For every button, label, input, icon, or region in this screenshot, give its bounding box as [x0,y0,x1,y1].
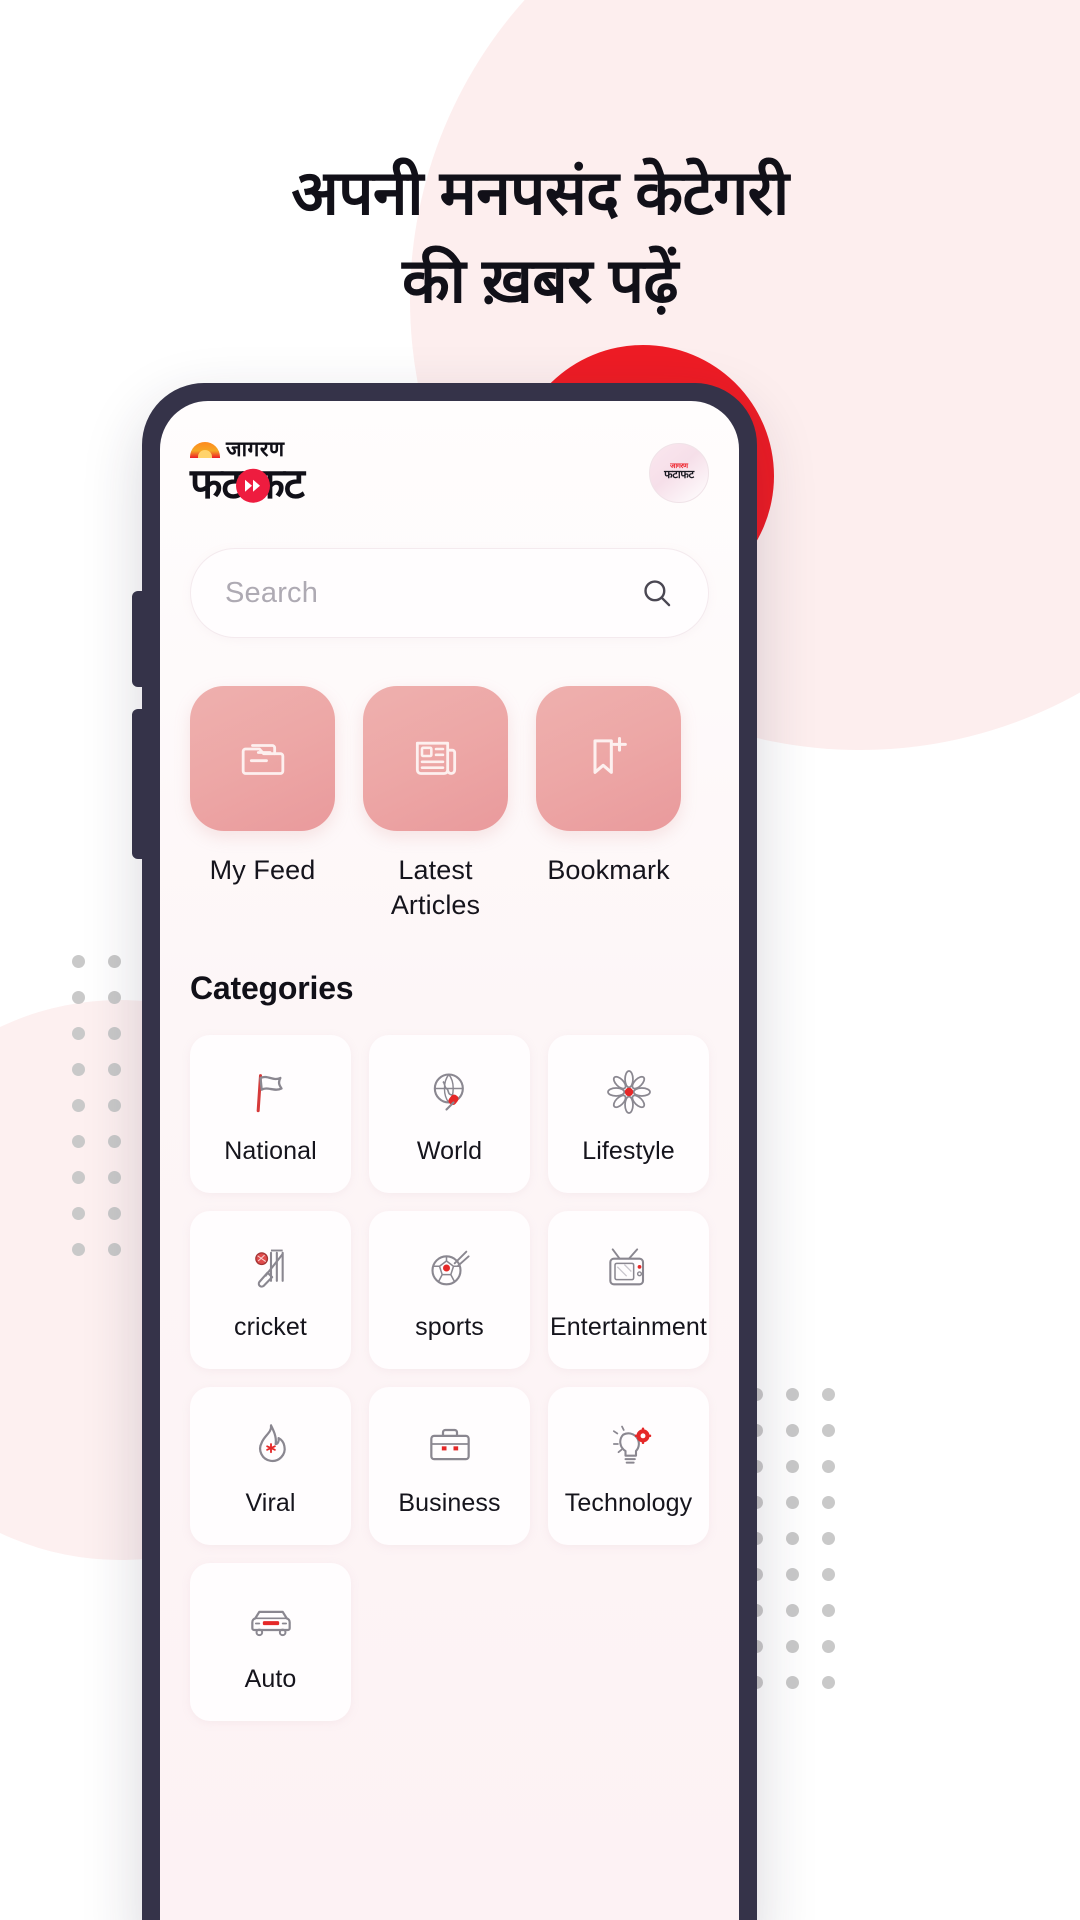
category-card-cricket[interactable]: cricket [190,1211,351,1370]
category-card-technology[interactable]: Technology [548,1387,709,1546]
car-icon [242,1591,300,1649]
phone-volume-button [132,591,146,687]
logo-brand-top: जागरण [226,438,285,461]
category-card-lifestyle[interactable]: Lifestyle [548,1035,709,1194]
phone-mockup: जागरण फटाफट जागरण [132,383,757,1920]
quick-action-my-feed[interactable]: My Feed [190,686,335,922]
category-label: Lifestyle [582,1136,675,1165]
category-label: World [416,1136,483,1165]
category-card-national[interactable]: National [190,1035,351,1194]
globe-mic-icon [421,1063,479,1121]
category-label: Entertainment [550,1312,707,1341]
fast-forward-icon [236,468,270,503]
categories-heading: Categories [190,970,354,1007]
flame-icon [242,1415,300,1473]
quick-action-bookmark[interactable]: Bookmark [536,686,681,922]
newspaper-icon [408,728,464,789]
quick-action-tile[interactable] [190,686,335,832]
search-input[interactable]: Search [190,548,709,639]
search-placeholder: Search [225,576,319,609]
briefcase-icon [421,1415,479,1473]
headline-line-1: अपनी मनपसंद केटेगरी [291,159,789,228]
gear-bulb-icon [600,1415,658,1473]
quick-action-tile[interactable] [363,686,508,832]
avatar-label: जागरण फटाफट [664,463,694,482]
logo-brand-main: फटाफट [190,461,305,506]
category-card-viral[interactable]: Viral [190,1387,351,1546]
category-label: Business [398,1488,501,1517]
search-icon[interactable] [640,576,674,610]
soccer-ball-icon [421,1239,479,1297]
category-label: National [224,1136,317,1165]
quick-action-label: My Feed [209,855,316,886]
app-screen: जागरण फटाफट जागरण [160,401,739,1920]
category-card-auto[interactable]: Auto [190,1563,351,1722]
categories-grid: National World Lifestyle cricket sports … [190,1035,709,1722]
bookmark-plus-icon [581,728,637,789]
television-icon [600,1239,658,1297]
quick-actions: My Feed Latest Articles Bookmark [190,686,709,922]
promo-stage: अपनी मनपसंद केटेगरी की ख़बर पढ़ें जागरण … [0,0,1080,1920]
quick-action-label: Latest Articles [390,855,481,920]
promo-headline: अपनी मनपसंद केटेगरी की ख़बर पढ़ें [0,150,1080,326]
category-card-sports[interactable]: sports [369,1211,530,1370]
sunrise-icon [190,441,220,458]
category-card-world[interactable]: World [369,1035,530,1194]
dot-grid-right [750,1388,835,1689]
category-label: Auto [244,1664,297,1693]
folder-feed-icon [235,728,291,789]
logo-top-row: जागरण [190,439,304,460]
category-label: Viral [245,1488,296,1517]
phone-power-button [132,709,146,859]
flag-icon [242,1063,300,1121]
category-label: sports [415,1312,484,1341]
app-header: जागरण फटाफट जागरण [184,401,715,506]
flower-icon [600,1063,658,1121]
avatar-label-main: फटाफट [664,469,694,482]
avatar[interactable]: जागरण फटाफट [649,442,709,503]
category-label: cricket [234,1312,307,1341]
app-logo[interactable]: जागरण फटाफट [190,439,305,506]
cricket-icon [242,1239,300,1297]
category-label: Technology [564,1488,693,1517]
category-card-entertainment[interactable]: Entertainment [548,1211,709,1370]
quick-action-tile[interactable] [536,686,681,832]
quick-action-label: Bookmark [547,855,670,886]
headline-line-2: की ख़बर पढ़ें [402,247,678,317]
quick-action-latest-articles[interactable]: Latest Articles [363,686,508,922]
category-card-business[interactable]: Business [369,1387,530,1546]
